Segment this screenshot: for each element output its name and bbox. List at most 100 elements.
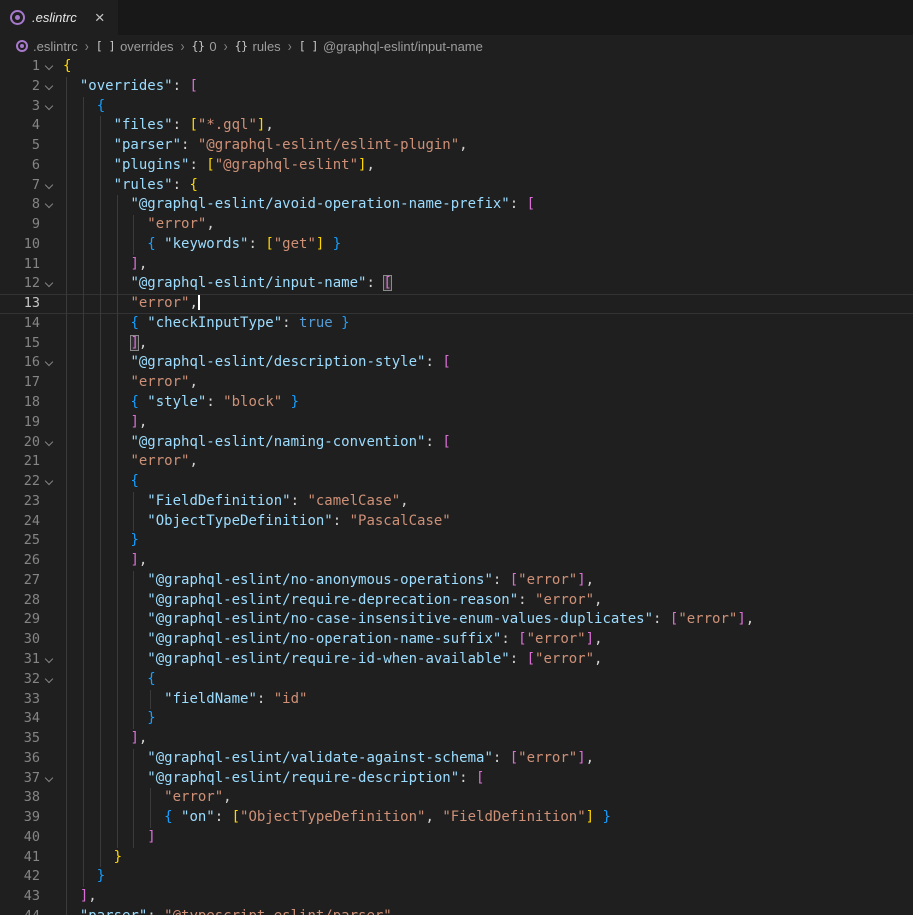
code-line[interactable]: 33 "fieldName": "id" (0, 690, 913, 710)
code-line[interactable]: 8 "@graphql-eslint/avoid-operation-name-… (0, 195, 913, 215)
line-number: 13 (0, 294, 40, 314)
line-number: 32 (0, 670, 40, 690)
code-line[interactable]: 16 "@graphql-eslint/description-style": … (0, 353, 913, 373)
code-line[interactable]: 24 "ObjectTypeDefinition": "PascalCase" (0, 512, 913, 532)
code-line[interactable]: 2 "overrides": [ (0, 77, 913, 97)
line-number: 36 (0, 749, 40, 769)
breadcrumb: .eslintrc › [ ] overrides › {} 0 › {} ru… (0, 35, 913, 57)
breadcrumb-item-0[interactable]: {} 0 (192, 39, 217, 54)
fold-chevron-icon[interactable] (45, 82, 53, 90)
fold-chevron-icon[interactable] (45, 477, 53, 485)
line-number: 37 (0, 769, 40, 789)
code-line[interactable]: 31 "@graphql-eslint/require-id-when-avai… (0, 650, 913, 670)
code-line[interactable]: 35 ], (0, 729, 913, 749)
line-number: 20 (0, 433, 40, 453)
line-number: 42 (0, 867, 40, 887)
code-line[interactable]: 28 "@graphql-eslint/require-deprecation-… (0, 591, 913, 611)
close-icon[interactable]: × (95, 9, 105, 26)
line-number: 3 (0, 97, 40, 117)
breadcrumb-item-eslintrc[interactable]: .eslintrc (16, 39, 78, 54)
code-line[interactable]: 12 "@graphql-eslint/input-name": [ (0, 274, 913, 294)
breadcrumb-item-overrides[interactable]: [ ] overrides (96, 39, 174, 54)
fold-chevron-icon[interactable] (45, 437, 53, 445)
fold-chevron-icon[interactable] (45, 674, 53, 682)
code-text: { (63, 57, 71, 77)
code-line[interactable]: 25 } (0, 531, 913, 551)
code-line[interactable]: 38 "error", (0, 788, 913, 808)
code-line[interactable]: 39 { "on": ["ObjectTypeDefinition", "Fie… (0, 808, 913, 828)
code-line[interactable]: 18 { "style": "block" } (0, 393, 913, 413)
line-number: 17 (0, 373, 40, 393)
code-text: "error", (63, 215, 215, 235)
code-line[interactable]: 27 "@graphql-eslint/no-anonymous-operati… (0, 571, 913, 591)
code-line[interactable]: 20 "@graphql-eslint/naming-convention": … (0, 433, 913, 453)
code-line[interactable]: 1{ (0, 57, 913, 77)
code-line[interactable]: 10 { "keywords": ["get"] } (0, 235, 913, 255)
code-line[interactable]: 30 "@graphql-eslint/no-operation-name-su… (0, 630, 913, 650)
chevron-right-icon: › (288, 37, 292, 55)
code-text: } (63, 531, 139, 551)
code-line[interactable]: 14 { "checkInputType": true } (0, 314, 913, 334)
code-text: { "keywords": ["get"] } (63, 235, 341, 255)
fold-chevron-icon[interactable] (45, 655, 53, 663)
code-text: { (63, 472, 139, 492)
code-line[interactable]: 4 "files": ["*.gql"], (0, 116, 913, 136)
line-number: 29 (0, 610, 40, 630)
code-text: "@graphql-eslint/require-id-when-availab… (63, 650, 602, 670)
code-text: { (63, 97, 105, 117)
code-text: "error", (63, 294, 200, 314)
line-number: 10 (0, 235, 40, 255)
fold-chevron-icon[interactable] (45, 62, 53, 70)
line-number: 5 (0, 136, 40, 156)
code-line[interactable]: 3 { (0, 97, 913, 117)
line-number: 8 (0, 195, 40, 215)
code-text: "error", (63, 452, 198, 472)
breadcrumb-item-input-name[interactable]: [ ] @graphql-eslint/input-name (299, 39, 483, 54)
line-number: 11 (0, 255, 40, 275)
code-line[interactable]: 26 ], (0, 551, 913, 571)
code-text: } (63, 867, 105, 887)
code-line[interactable]: 41 } (0, 848, 913, 868)
code-line[interactable]: 32 { (0, 670, 913, 690)
code-text: "parser": "@graphql-eslint/eslint-plugin… (63, 136, 468, 156)
code-line[interactable]: 21 "error", (0, 452, 913, 472)
code-line[interactable]: 44 "parser": "@typescript-eslint/parser" (0, 907, 913, 915)
fold-chevron-icon[interactable] (45, 200, 53, 208)
code-text: "@graphql-eslint/validate-against-schema… (63, 749, 594, 769)
code-line[interactable]: 29 "@graphql-eslint/no-case-insensitive-… (0, 610, 913, 630)
fold-chevron-icon[interactable] (45, 358, 53, 366)
code-line[interactable]: 36 "@graphql-eslint/validate-against-sch… (0, 749, 913, 769)
fold-chevron-icon[interactable] (45, 101, 53, 109)
chevron-right-icon: › (85, 37, 89, 55)
tab-eslintrc[interactable]: .eslintrc × (0, 0, 118, 35)
line-number: 39 (0, 808, 40, 828)
code-line[interactable]: 7 "rules": { (0, 176, 913, 196)
code-editor[interactable]: 1{2 "overrides": [3 {4 "files": ["*.gql"… (0, 57, 913, 915)
line-number: 43 (0, 887, 40, 907)
code-text: "files": ["*.gql"], (63, 116, 274, 136)
code-line[interactable]: 13 "error", (0, 294, 913, 314)
breadcrumb-item-rules[interactable]: {} rules (235, 39, 281, 54)
code-line[interactable]: 5 "parser": "@graphql-eslint/eslint-plug… (0, 136, 913, 156)
code-line[interactable]: 11 ], (0, 255, 913, 275)
code-line[interactable]: 22 { (0, 472, 913, 492)
code-text: "@graphql-eslint/no-case-insensitive-enu… (63, 610, 754, 630)
code-text: { "checkInputType": true } (63, 314, 350, 334)
code-line[interactable]: 19 ], (0, 413, 913, 433)
fold-chevron-icon[interactable] (45, 180, 53, 188)
line-number: 22 (0, 472, 40, 492)
code-line[interactable]: 6 "plugins": ["@graphql-eslint"], (0, 156, 913, 176)
fold-chevron-icon[interactable] (45, 773, 53, 781)
line-number: 26 (0, 551, 40, 571)
code-line[interactable]: 17 "error", (0, 373, 913, 393)
code-line[interactable]: 37 "@graphql-eslint/require-description"… (0, 769, 913, 789)
code-text: "fieldName": "id" (63, 690, 307, 710)
code-line[interactable]: 34 } (0, 709, 913, 729)
code-line[interactable]: 15 ], (0, 334, 913, 354)
code-line[interactable]: 9 "error", (0, 215, 913, 235)
code-line[interactable]: 40 ] (0, 828, 913, 848)
code-line[interactable]: 43 ], (0, 887, 913, 907)
code-line[interactable]: 23 "FieldDefinition": "camelCase", (0, 492, 913, 512)
code-line[interactable]: 42 } (0, 867, 913, 887)
fold-chevron-icon[interactable] (45, 279, 53, 287)
